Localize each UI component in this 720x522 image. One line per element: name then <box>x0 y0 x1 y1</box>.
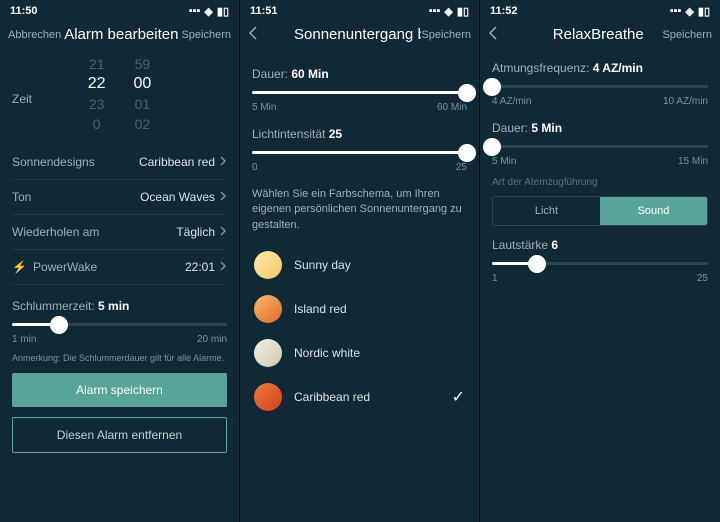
status-icons: ▪▪▪ ◈ ▮▯ <box>189 5 229 18</box>
screen-sunset-edit: 11:51 ▪▪▪ ◈ ▮▯ Sonnenuntergang bearbe Sp… <box>240 0 480 522</box>
nav-bar: RelaxBreathe Speichern <box>480 22 720 51</box>
back-button[interactable] <box>248 26 294 43</box>
volume-slider-group: Lautstärke 6 125 <box>492 238 708 284</box>
color-swatch <box>254 339 282 367</box>
frequency-slider-group: Atmungsfrequenz: 4 AZ/min 4 AZ/min10 AZ/… <box>492 61 708 107</box>
page-title: Sonnenuntergang bearbe <box>294 26 421 43</box>
color-list: Sunny day Island red Nordic white Caribbean… <box>252 243 467 419</box>
status-bar: 11:52 ▪▪▪ ◈ ▮▯ <box>480 0 720 22</box>
check-icon: ✓ <box>452 387 465 407</box>
intensity-slider[interactable] <box>252 151 467 154</box>
status-bar: 11:50 ▪▪▪ ◈ ▮▯ <box>0 0 239 22</box>
color-swatch <box>254 251 282 279</box>
wifi-icon: ◈ <box>685 5 693 18</box>
color-swatch <box>254 383 282 411</box>
color-option[interactable]: Caribbean red ✓ <box>252 375 467 419</box>
snooze-note: Anmerkung: Die Schlummerdauer gilt für a… <box>12 353 227 363</box>
slider-thumb[interactable] <box>483 138 501 156</box>
chevron-right-icon <box>219 260 227 274</box>
screen-relaxbreathe: 11:52 ▪▪▪ ◈ ▮▯ RelaxBreathe Speichern At… <box>480 0 720 522</box>
color-swatch <box>254 295 282 323</box>
seg-licht[interactable]: Licht <box>493 197 600 225</box>
battery-icon: ▮▯ <box>457 5 469 18</box>
save-button[interactable]: Speichern <box>181 29 231 41</box>
chevron-right-icon <box>219 190 227 204</box>
slider-thumb[interactable] <box>483 78 501 96</box>
clock: 11:51 <box>250 5 278 17</box>
nav-bar: Abbrechen Alarm bearbeiten Speichern <box>0 22 239 51</box>
clock: 11:52 <box>490 5 518 17</box>
page-title: RelaxBreathe <box>534 26 662 43</box>
hour-column: 21 22 23 0 <box>88 55 106 133</box>
duration-slider-group: Dauer: 60 Min 5 Min60 Min <box>252 67 467 113</box>
page-title: Alarm bearbeiten <box>61 26 181 43</box>
delete-alarm-button[interactable]: Diesen Alarm entfernen <box>12 417 227 453</box>
cancel-button[interactable]: Abbrechen <box>8 29 61 41</box>
color-option[interactable]: Sunny day <box>252 243 467 287</box>
duration-slider-group: Dauer: 5 Min 5 Min15 Min <box>492 121 708 167</box>
signal-icon: ▪▪▪ <box>189 5 201 17</box>
color-option[interactable]: Island red <box>252 287 467 331</box>
color-help-text: Wählen Sie ein Farbschema, um Ihren eige… <box>252 187 467 233</box>
color-name: Nordic white <box>294 346 360 360</box>
color-name: Caribbean red <box>294 390 370 404</box>
nav-bar: Sonnenuntergang bearbe Speichern <box>240 22 479 51</box>
color-option[interactable]: Nordic white <box>252 331 467 375</box>
slider-thumb[interactable] <box>50 316 68 334</box>
signal-icon: ▪▪▪ <box>670 5 682 17</box>
slider-thumb[interactable] <box>458 84 476 102</box>
volume-slider[interactable] <box>492 262 708 265</box>
wifi-icon: ◈ <box>444 5 452 18</box>
screen-alarm-edit: 11:50 ▪▪▪ ◈ ▮▯ Abbrechen Alarm bearbeite… <box>0 0 240 522</box>
row-ton[interactable]: Ton Ocean Waves <box>12 180 227 215</box>
minute-column: 59 00 01 02 <box>134 55 152 133</box>
row-sonnendesigns[interactable]: Sonnendesigns Caribbean red <box>12 145 227 180</box>
battery-icon: ▮▯ <box>698 5 710 18</box>
time-picker[interactable]: 21 22 23 0 59 00 01 02 <box>12 55 227 133</box>
guidance-segmented: Licht Sound <box>492 196 708 226</box>
seg-sound[interactable]: Sound <box>600 197 707 225</box>
snooze-slider-group: Schlummerzeit: 5 min 1 min20 min <box>12 299 227 345</box>
back-button[interactable] <box>488 26 534 43</box>
color-name: Sunny day <box>294 258 351 272</box>
slider-thumb[interactable] <box>528 255 546 273</box>
save-alarm-button[interactable]: Alarm speichern <box>12 373 227 407</box>
clock: 11:50 <box>10 5 38 17</box>
intensity-slider-group: Lichtintensität 25 025 <box>252 127 467 173</box>
frequency-slider[interactable] <box>492 85 708 88</box>
battery-icon: ▮▯ <box>217 5 229 18</box>
duration-slider[interactable] <box>492 145 708 148</box>
slider-thumb[interactable] <box>458 144 476 162</box>
time-label: Zeit <box>12 92 32 106</box>
chevron-right-icon <box>219 155 227 169</box>
wifi-icon: ◈ <box>204 5 212 18</box>
signal-icon: ▪▪▪ <box>429 5 441 17</box>
powerwake-icon: ⚡ <box>12 260 27 274</box>
chevron-right-icon <box>219 225 227 239</box>
snooze-slider[interactable] <box>12 323 227 326</box>
guidance-label: Art der Atemzugführung <box>492 177 708 188</box>
status-icons: ▪▪▪ ◈ ▮▯ <box>429 5 469 18</box>
status-icons: ▪▪▪ ◈ ▮▯ <box>670 5 710 18</box>
row-powerwake[interactable]: ⚡PowerWake 22:01 <box>12 250 227 285</box>
save-button[interactable]: Speichern <box>421 29 471 41</box>
row-wiederholen[interactable]: Wiederholen am Täglich <box>12 215 227 250</box>
duration-slider[interactable] <box>252 91 467 94</box>
color-name: Island red <box>294 302 347 316</box>
status-bar: 11:51 ▪▪▪ ◈ ▮▯ <box>240 0 479 22</box>
save-button[interactable]: Speichern <box>662 29 712 41</box>
